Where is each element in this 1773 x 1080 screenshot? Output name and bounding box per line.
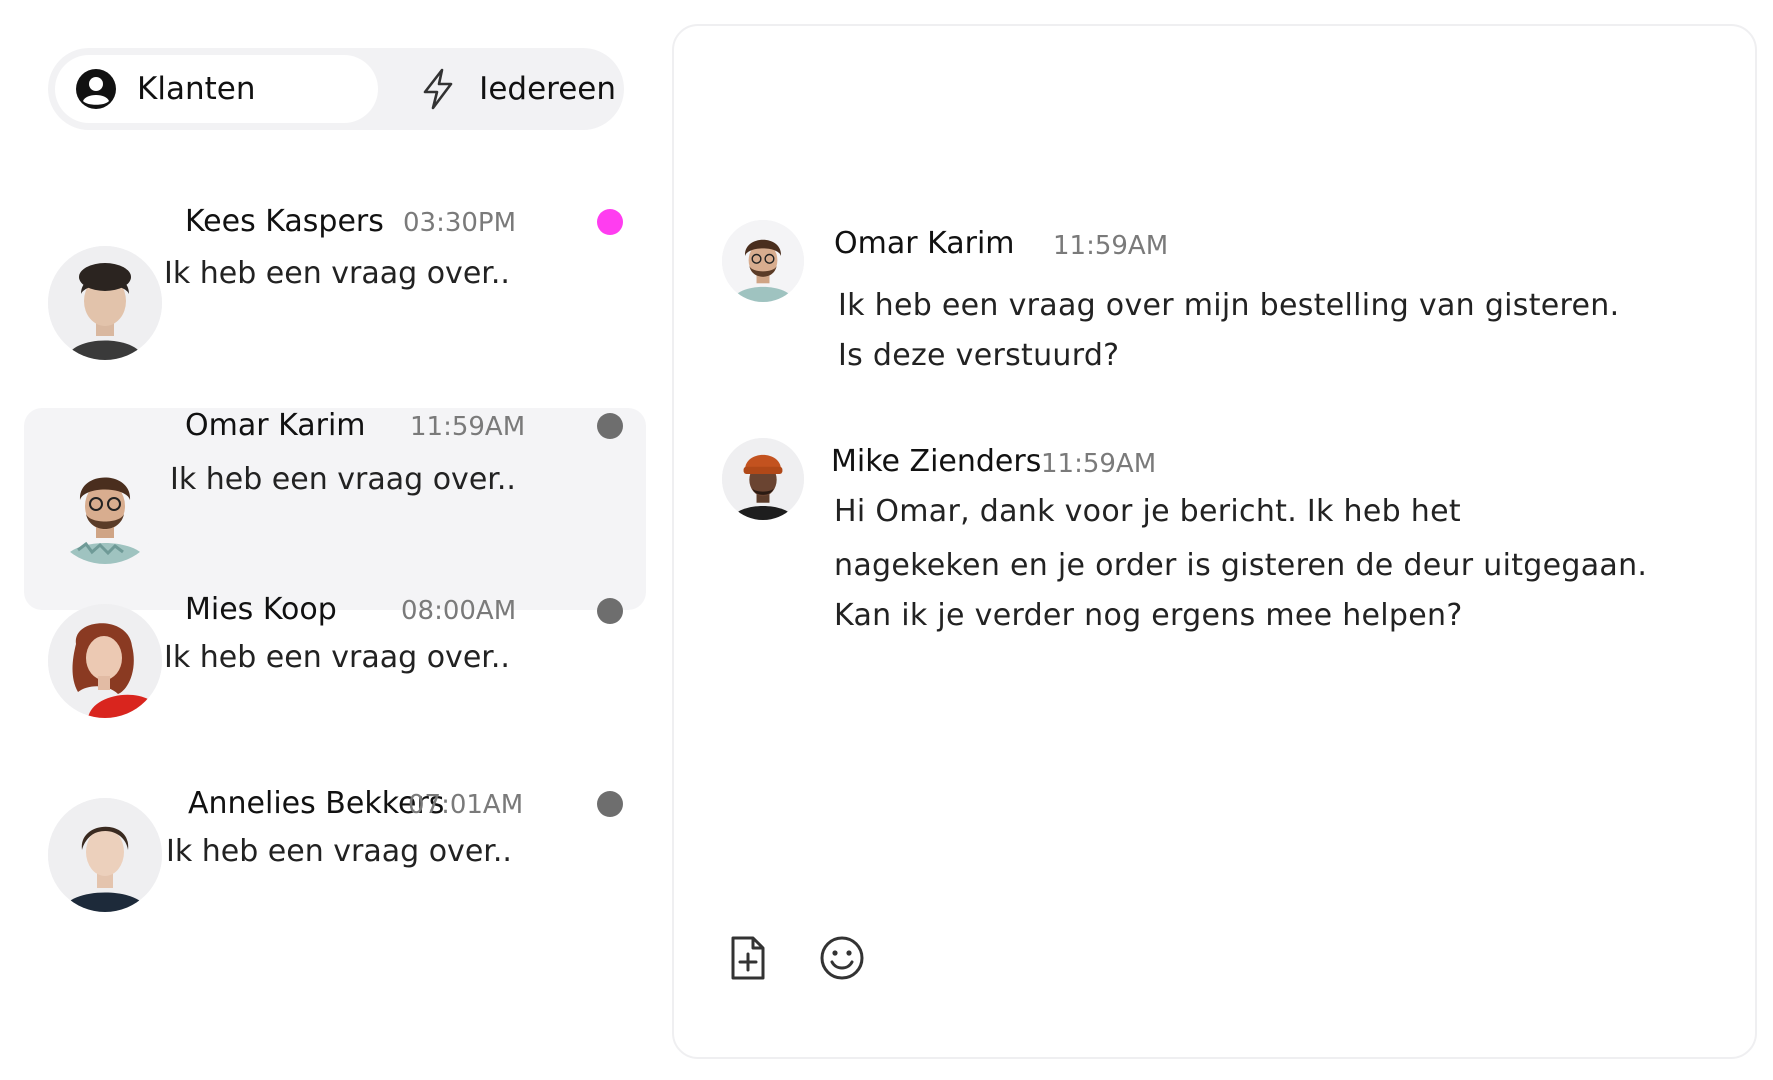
emoji-icon <box>820 936 864 980</box>
avatar <box>48 450 162 564</box>
message-preview: Ik heb een vraag over.. <box>164 256 510 291</box>
conversation-item-selected[interactable]: Omar Karim 11:59AM Ik heb een vraag over… <box>24 408 646 610</box>
message-text-line: Is deze verstuurd? <box>838 338 1120 373</box>
conversation-item[interactable]: Annelies Bekkers 07:01AM Ik heb een vraa… <box>24 786 646 988</box>
avatar <box>48 604 162 718</box>
audience-tab-switch: Klanten Iedereen <box>48 48 624 130</box>
message-text-line: Hi Omar, dank voor je bericht. Ik heb he… <box>834 494 1461 529</box>
avatar <box>48 246 162 360</box>
message-text-line: Ik heb een vraag over mijn bestelling va… <box>838 288 1620 323</box>
sender-avatar <box>722 220 804 302</box>
tab-klanten-label: Klanten <box>137 71 256 107</box>
user-circle-icon <box>73 66 119 112</box>
contact-name: Kees Kaspers <box>185 204 384 239</box>
sender-name: Mike Zienders <box>831 444 1042 479</box>
sender-avatar <box>722 438 804 520</box>
attach-file-button[interactable] <box>724 934 772 982</box>
add-file-icon <box>731 936 765 980</box>
conversation-item[interactable]: Kees Kaspers 03:30PM Ik heb een vraag ov… <box>24 204 646 406</box>
sender-name: Omar Karim <box>834 226 1015 261</box>
message-time: 03:30PM <box>403 208 517 238</box>
message-time: 07:01AM <box>408 790 524 820</box>
emoji-button[interactable] <box>818 934 866 982</box>
tab-iedereen[interactable]: Iedereen <box>366 55 616 123</box>
message-preview: Ik heb een vraag over.. <box>164 640 510 675</box>
chat-panel: Omar Karim 11:59AM Ik heb een vraag over… <box>672 24 1757 1059</box>
status-dot <box>597 598 623 624</box>
status-dot <box>597 791 623 817</box>
contact-name: Annelies Bekkers <box>188 786 445 821</box>
tab-klanten[interactable]: Klanten <box>55 55 378 123</box>
support-chat-app: Klanten Iedereen Kees Kaspers 03:30PM Ik… <box>0 0 1773 1080</box>
message-timestamp: 11:59AM <box>1041 449 1157 479</box>
message-preview: Ik heb een vraag over.. <box>170 462 516 497</box>
message-text-line: Kan ik je verder nog ergens mee helpen? <box>834 598 1463 633</box>
message-timestamp: 11:59AM <box>1053 231 1169 261</box>
status-dot <box>597 413 623 439</box>
tab-iedereen-label: Iedereen <box>479 71 616 107</box>
contact-name: Omar Karim <box>185 408 366 443</box>
avatar <box>48 798 162 912</box>
message-time: 11:59AM <box>410 412 526 442</box>
contact-name: Mies Koop <box>185 592 337 627</box>
message-preview: Ik heb een vraag over.. <box>166 834 512 869</box>
conversation-item[interactable]: Mies Koop 08:00AM Ik heb een vraag over.… <box>24 592 646 794</box>
unread-status-dot <box>597 209 623 235</box>
lightning-icon <box>416 66 459 112</box>
message-time: 08:00AM <box>401 596 517 626</box>
message-text-line: nagekeken en je order is gisteren de deu… <box>834 548 1648 583</box>
